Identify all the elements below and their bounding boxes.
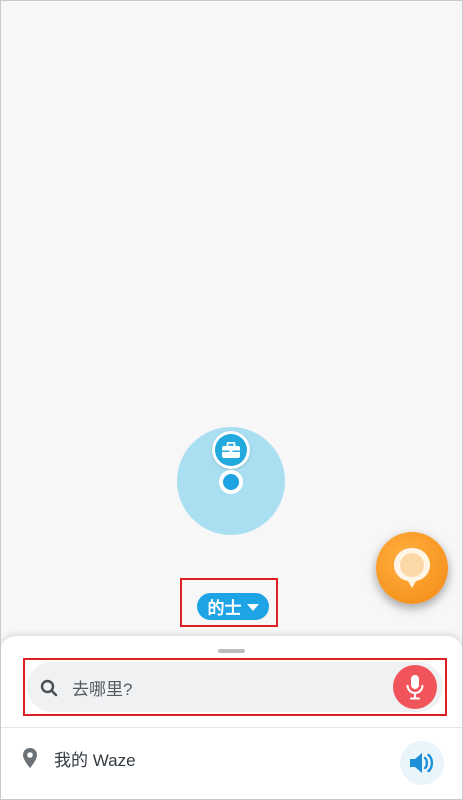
my-waze-label: 我的 Waze (54, 750, 136, 770)
transport-mode-selector[interactable]: 的士 (197, 593, 269, 620)
sound-button[interactable] (400, 741, 444, 785)
microphone-icon (406, 675, 424, 700)
caret-down-icon (246, 604, 259, 611)
transport-mode-label: 的士 (207, 599, 242, 618)
map-view[interactable]: 的士 (0, 0, 463, 640)
work-location-pin[interactable] (212, 431, 250, 469)
voice-search-button[interactable] (393, 665, 437, 709)
search-input[interactable]: 去哪里? (27, 662, 443, 712)
current-location-dot (219, 470, 243, 494)
bottom-sheet: 去哪里? 我的 Waze (0, 636, 463, 800)
search-placeholder: 去哪里? (72, 680, 133, 699)
search-icon (40, 679, 58, 697)
report-bubble-icon (394, 548, 430, 588)
my-waze-item[interactable]: 我的 Waze (22, 744, 136, 772)
report-button[interactable] (376, 532, 448, 604)
search-highlight: 去哪里? (23, 658, 447, 716)
location-pin-icon (23, 748, 37, 768)
sheet-drag-handle[interactable] (218, 649, 245, 653)
divider (0, 727, 463, 728)
speaker-icon (410, 753, 434, 773)
briefcase-icon (222, 441, 240, 458)
transport-mode-highlight: 的士 (180, 578, 278, 627)
